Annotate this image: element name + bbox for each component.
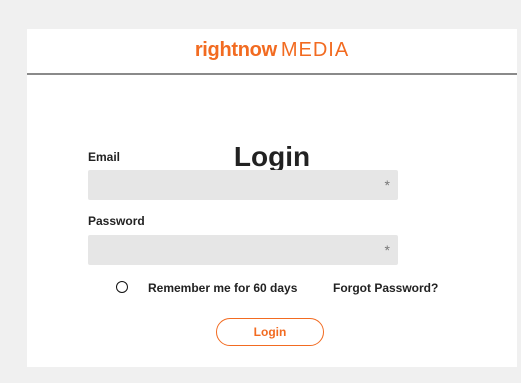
password-field[interactable]: * — [88, 235, 398, 265]
rightnow-media-logo[interactable]: rightnow MEDIA — [195, 37, 349, 63]
password-label: Password — [88, 214, 145, 228]
email-label: Email — [88, 150, 121, 164]
required-asterisk-icon: * — [384, 242, 390, 258]
logo-primary-text: rightnow — [194, 39, 277, 61]
required-asterisk-icon: * — [384, 177, 390, 193]
logo-secondary-text: MEDIA — [280, 39, 350, 61]
forgot-password-link[interactable]: Forgot Password? — [333, 281, 438, 295]
email-field[interactable]: * — [88, 170, 398, 200]
site-header: rightnow MEDIA — [27, 29, 517, 75]
login-button[interactable]: Login — [216, 318, 324, 346]
remember-me-checkbox[interactable] — [116, 281, 128, 293]
remember-me-label[interactable]: Remember me for 60 days — [148, 281, 297, 295]
